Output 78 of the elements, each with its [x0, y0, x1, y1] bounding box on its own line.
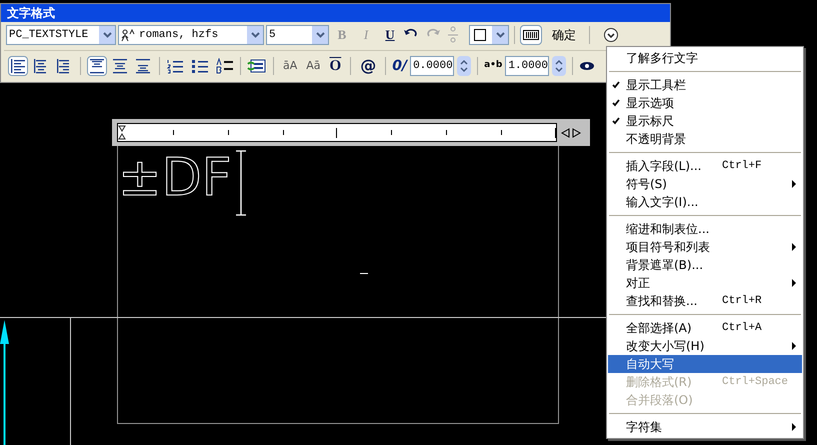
symbol-button[interactable]: @: [357, 54, 380, 78]
eye-icon[interactable]: [579, 61, 596, 71]
align-icon: [10, 58, 26, 74]
ruler[interactable]: [112, 119, 590, 146]
style-dropdown[interactable]: PC_TEXTSTYLE: [6, 25, 116, 45]
menu-item[interactable]: 对正: [608, 274, 802, 292]
dropdown-button[interactable]: [99, 26, 115, 44]
menu-item[interactable]: 改变大小写(H): [608, 337, 802, 355]
color-swatch-icon: [474, 29, 486, 41]
align-icon: [33, 58, 49, 74]
dropdown-button[interactable]: [492, 26, 508, 44]
up-down-icon: [555, 59, 564, 73]
submenu-arrow-icon: [792, 243, 796, 251]
dropdown-button[interactable]: [247, 26, 263, 44]
align-button[interactable]: [110, 56, 130, 76]
text-height-dropdown[interactable]: 5: [266, 25, 329, 45]
checkmark-icon: [612, 81, 620, 89]
menu-item[interactable]: 全部选择(A) Ctrl+A: [608, 319, 802, 337]
menu-item[interactable]: 了解多行文字: [608, 49, 802, 67]
numbered-list-icon[interactable]: [166, 58, 184, 74]
lettered-list-icon[interactable]: [216, 58, 234, 74]
submenu-arrow-icon: [792, 342, 796, 350]
chevron-down-icon: [316, 32, 324, 38]
align-icon: [112, 58, 128, 74]
align-button[interactable]: [8, 56, 28, 76]
checkmark-icon: [612, 117, 620, 125]
submenu-arrow-icon: [792, 279, 796, 287]
uppercase-button[interactable]: Aā: [303, 58, 324, 74]
cursor-mark: [360, 273, 368, 274]
dropdown-button[interactable]: [312, 26, 328, 44]
text-cursor-icon: [234, 150, 248, 216]
arrow-icon: [0, 320, 9, 445]
chevron-down-icon: [102, 32, 112, 38]
lowercase-button[interactable]: āA: [280, 58, 300, 74]
arrows-icon[interactable]: [560, 128, 582, 138]
font-dropdown[interactable]: romans, hzfs: [118, 25, 264, 45]
chevron-down-icon: [250, 32, 260, 38]
submenu-arrow-icon: [792, 423, 796, 431]
submenu-arrow-icon: [792, 180, 796, 188]
bulleted-list-icon[interactable]: [191, 58, 209, 74]
menu-item[interactable]: 缩进和制表位...: [608, 220, 802, 238]
menu-item[interactable]: 背景遮罩(B)...: [608, 256, 802, 274]
insert-field-icon[interactable]: [247, 58, 267, 74]
options-icon[interactable]: [603, 27, 619, 43]
editor-text: ±DF: [118, 148, 232, 208]
font-icon: [121, 28, 135, 42]
align-icon: [56, 58, 72, 74]
menu-item[interactable]: 自动大写: [608, 355, 802, 373]
align-icon: [135, 58, 151, 74]
menu-item[interactable]: 不透明背景: [608, 130, 802, 148]
underline-button[interactable]: U: [379, 25, 401, 45]
align-button[interactable]: [133, 56, 153, 76]
menu-item[interactable]: 项目符号和列表: [608, 238, 802, 256]
menu-item[interactable]: 输入文字(I)...: [608, 193, 802, 211]
menu-item[interactable]: 显示选项: [608, 94, 802, 112]
up-down-icon: [460, 59, 468, 73]
spinner-button[interactable]: [552, 56, 566, 76]
menu-item[interactable]: 显示工具栏: [608, 76, 802, 94]
oblique-field[interactable]: 0.0000: [410, 56, 454, 76]
chevron-down-icon: [496, 32, 504, 38]
oblique-label: 0/: [392, 56, 408, 76]
align-button[interactable]: [87, 56, 107, 76]
overline-button[interactable]: O: [326, 54, 344, 78]
ruler-icon: [523, 30, 539, 40]
menu-item[interactable]: 显示标尺: [608, 112, 802, 130]
window-title: 文字格式: [1, 4, 670, 22]
align-icon: [89, 58, 105, 74]
checkmark-icon: [612, 99, 620, 107]
menu-item[interactable]: 插入字段(L)... Ctrl+F: [608, 157, 802, 175]
ok-button[interactable]: 确定: [544, 26, 584, 44]
spinner-button[interactable]: [457, 56, 472, 76]
menu-item[interactable]: 字符集: [608, 418, 802, 436]
color-dropdown[interactable]: [469, 25, 509, 45]
ruler-button[interactable]: [520, 25, 542, 45]
tracking-label: a•b: [484, 59, 502, 72]
menu-item[interactable]: 查找和替换... Ctrl+R: [608, 292, 802, 310]
tracking-field[interactable]: 1.0000: [505, 56, 550, 76]
menu-item[interactable]: 符号(S): [608, 175, 802, 193]
